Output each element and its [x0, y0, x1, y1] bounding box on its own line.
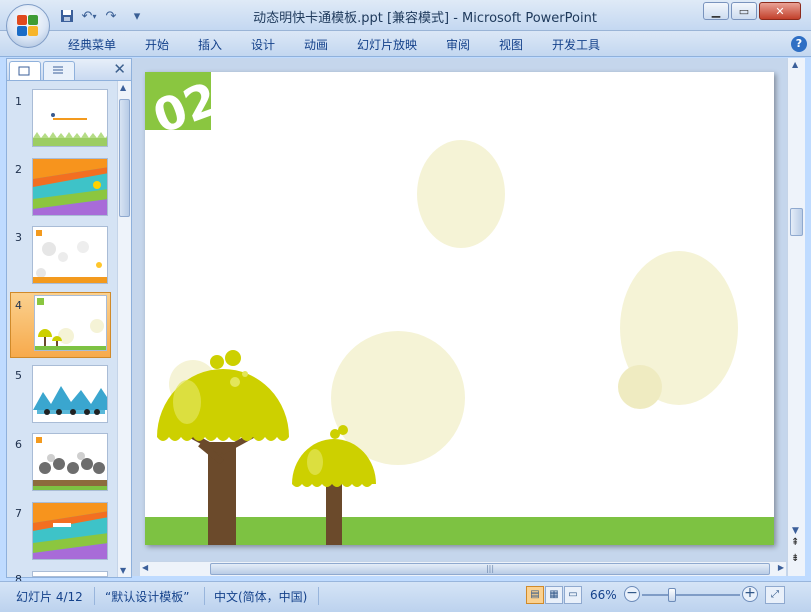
- tab-slideshow[interactable]: 幻灯片放映: [357, 36, 417, 53]
- slide-sorter-icon[interactable]: ▦: [545, 586, 563, 604]
- slide-thumb-8[interactable]: [32, 571, 108, 577]
- thumb-number: 4: [15, 299, 22, 312]
- tab-insert[interactable]: 插入: [198, 36, 222, 53]
- save-icon[interactable]: [58, 7, 76, 25]
- quick-access-toolbar: ↶ ▾ ↷ ▾: [58, 6, 146, 26]
- scroll-left-icon[interactable]: ◀: [142, 563, 148, 572]
- slide-thumb-1[interactable]: [32, 89, 108, 147]
- scrollbar-thumb[interactable]: |||: [210, 563, 770, 575]
- tab-review[interactable]: 审阅: [446, 36, 470, 53]
- language-indicator[interactable]: 中文(简体，中国): [214, 588, 307, 605]
- theme-name[interactable]: “默认设计模板”: [105, 588, 189, 605]
- pane-tabs: ✕: [7, 59, 131, 81]
- minimize-button[interactable]: ▁: [703, 2, 729, 20]
- thumbnails-scrollbar[interactable]: ▲ ▼: [117, 81, 131, 577]
- slide-thumb-5[interactable]: [32, 365, 108, 423]
- zoom-percent[interactable]: 66%: [590, 588, 617, 602]
- thumb-number: 3: [15, 231, 22, 244]
- slide-artwork: 02: [145, 72, 774, 545]
- window-title: 动态明快卡通模板.ppt [兼容模式] - Microsoft PowerPoi…: [253, 11, 597, 26]
- status-bar: 幻灯片 4/12 “默认设计模板” 中文(简体，中国) ▤ ▦ ▭ 66% − …: [0, 581, 811, 612]
- scroll-down-icon[interactable]: ▼: [792, 526, 799, 536]
- horizontal-scrollbar[interactable]: ◀ ||| ▶: [140, 561, 786, 576]
- tab-outline[interactable]: [43, 61, 75, 80]
- zoom-in-icon[interactable]: +: [742, 586, 758, 602]
- slide-counter: 幻灯片 4/12: [16, 590, 83, 604]
- slide-thumb-4[interactable]: [34, 295, 107, 351]
- scrollbar-grip: |||: [485, 564, 495, 573]
- normal-view-icon[interactable]: ▤: [526, 586, 544, 604]
- slide-canvas-area: 02: [132, 58, 787, 576]
- ground: [145, 517, 774, 545]
- slideshow-icon[interactable]: ▭: [564, 586, 582, 604]
- tab-developer[interactable]: 开发工具: [552, 36, 600, 53]
- thumb-number: 5: [15, 369, 22, 382]
- tab-home[interactable]: 开始: [145, 36, 169, 53]
- slide-scrollbar[interactable]: ▲ ▼ ⇞ ⇟: [787, 58, 805, 576]
- slide-thumb-3[interactable]: [32, 226, 108, 284]
- thumb-number: 7: [15, 507, 22, 520]
- small-tree-trunk: [326, 480, 342, 545]
- slides-pane: ✕ 1 2 3 4 5 6 7 8 ▲ ▼: [6, 58, 132, 586]
- scroll-up-icon[interactable]: ▲: [792, 60, 798, 69]
- redo-icon[interactable]: ↷: [102, 7, 120, 25]
- scroll-down-icon[interactable]: ▼: [120, 566, 126, 575]
- close-button[interactable]: ✕: [759, 2, 801, 20]
- customize-icon[interactable]: ▾: [128, 7, 146, 25]
- slide-thumb-6[interactable]: [32, 433, 108, 491]
- office-logo-icon: [17, 15, 39, 37]
- bubble: [618, 365, 662, 409]
- pane-close-icon[interactable]: ✕: [113, 60, 126, 78]
- office-button[interactable]: [6, 4, 50, 48]
- thumb-number: 6: [15, 438, 22, 451]
- tab-slides[interactable]: [9, 61, 41, 80]
- scroll-up-icon[interactable]: ▲: [120, 83, 126, 92]
- tab-view[interactable]: 视图: [499, 36, 523, 53]
- help-icon[interactable]: ?: [791, 36, 807, 52]
- slide-thumb-2[interactable]: [32, 158, 108, 216]
- fit-to-window-icon[interactable]: ⤢: [765, 586, 785, 604]
- tab-classic-menu[interactable]: 经典菜单: [68, 36, 116, 53]
- next-slide-icon[interactable]: ⇟: [791, 554, 799, 564]
- scroll-right-icon[interactable]: ▶: [778, 563, 784, 572]
- bubble: [417, 140, 505, 248]
- zoom-slider-thumb[interactable]: [668, 588, 677, 602]
- title-bar: ↶ ▾ ↷ ▾ 动态明快卡通模板.ppt [兼容模式] - Microsoft P…: [0, 0, 811, 31]
- scrollbar-thumb[interactable]: [790, 208, 803, 236]
- previous-slide-icon[interactable]: ⇞: [791, 538, 799, 548]
- tab-design[interactable]: 设计: [251, 36, 275, 53]
- thumb-number: 2: [15, 163, 22, 176]
- slide[interactable]: 02: [145, 72, 774, 545]
- tab-animations[interactable]: 动画: [304, 36, 328, 53]
- undo-icon[interactable]: ↶ ▾: [76, 7, 102, 25]
- thumb-number: 1: [15, 95, 22, 108]
- zoom-out-icon[interactable]: −: [624, 586, 640, 602]
- scrollbar-thumb[interactable]: [119, 99, 130, 217]
- slide-thumb-7[interactable]: [32, 502, 108, 560]
- maximize-button[interactable]: ▭: [731, 2, 757, 20]
- zoom-slider[interactable]: [642, 594, 740, 596]
- ribbon-tabs: 经典菜单 开始 插入 设计 动画 幻灯片放映 审阅 视图 开发工具 ?: [0, 31, 811, 57]
